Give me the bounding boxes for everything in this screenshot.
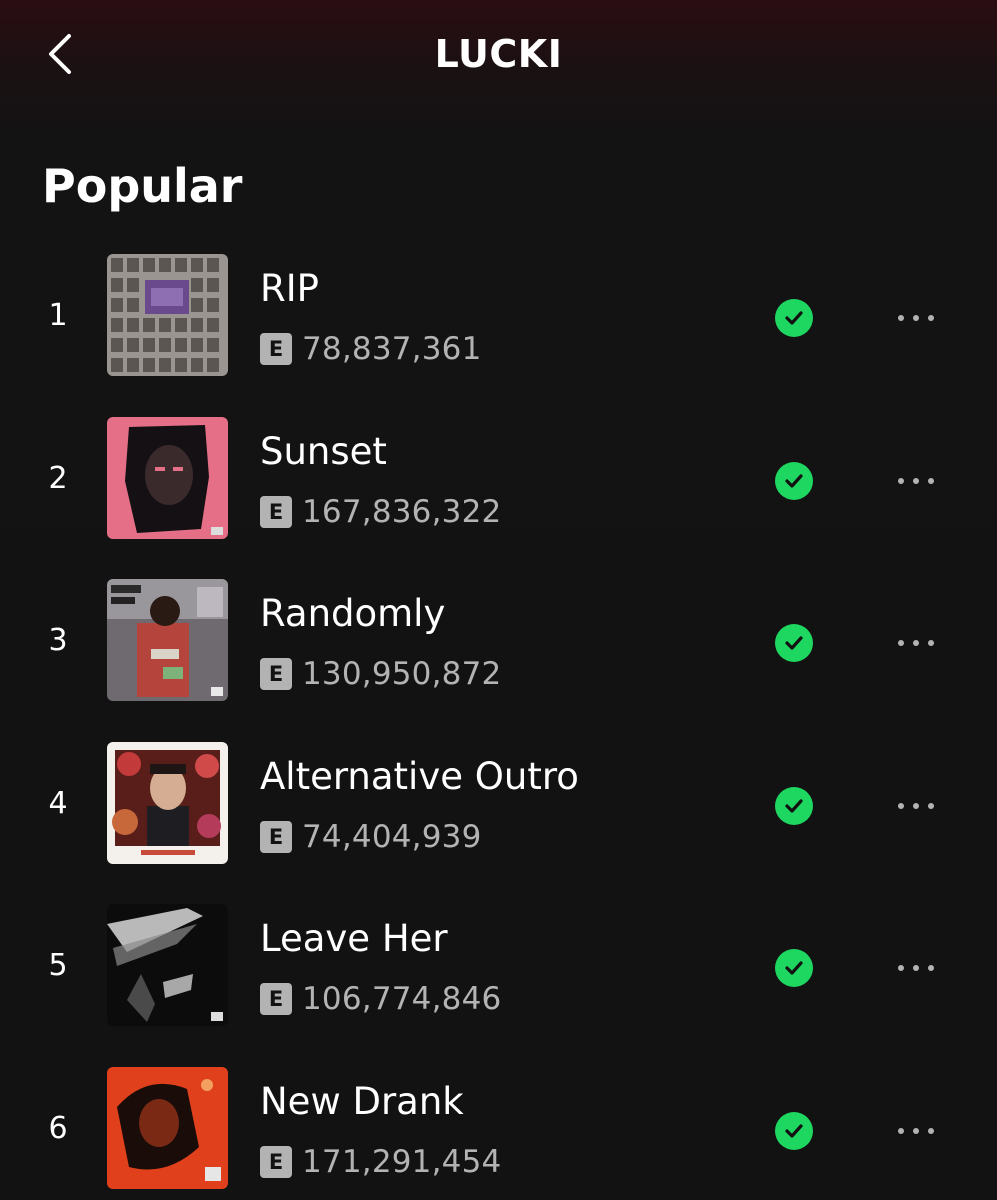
- dot-icon: [898, 640, 904, 646]
- track-meta: E 171,291,454: [260, 1145, 501, 1179]
- explicit-badge: E: [260, 495, 292, 528]
- dot-icon: [898, 315, 904, 321]
- album-cover: [107, 1066, 228, 1189]
- check-icon: [785, 961, 803, 975]
- more-options-button[interactable]: [884, 1117, 948, 1145]
- explicit-badge: E: [260, 333, 292, 365]
- dot-icon: [913, 802, 919, 809]
- track-row[interactable]: 6 New Drank E 171,291,454: [0, 1066, 997, 1200]
- track-rank: 2: [48, 460, 68, 496]
- track-row[interactable]: 1 RIP E 78,837,361: [0, 254, 997, 417]
- saved-check-button[interactable]: [775, 624, 813, 662]
- track-meta: E 74,404,939: [260, 820, 482, 854]
- dot-icon: [928, 640, 934, 646]
- play-count: 171,291,454: [302, 1143, 502, 1180]
- track-title: Leave Her: [260, 917, 448, 960]
- more-options-button[interactable]: [884, 629, 948, 657]
- check-icon: [785, 1123, 803, 1138]
- more-options-button[interactable]: [884, 954, 948, 982]
- track-row[interactable]: 4 Alternative Outro E 74,404,939: [0, 741, 997, 905]
- track-title: Randomly: [260, 592, 446, 635]
- saved-check-button[interactable]: [775, 1111, 813, 1150]
- dot-icon: [898, 965, 904, 971]
- track-rank: 3: [48, 623, 68, 658]
- dot-icon: [928, 477, 934, 484]
- play-count: 130,950,872: [302, 656, 502, 692]
- dot-icon: [913, 1127, 919, 1134]
- track-rank: 6: [48, 1110, 68, 1146]
- track-title: Sunset: [260, 429, 387, 473]
- explicit-badge: E: [260, 983, 292, 1015]
- track-meta: E 130,950,872: [260, 657, 501, 691]
- album-cover: [107, 741, 228, 864]
- track-row[interactable]: 3 Randomly E 130,950,872: [0, 579, 997, 742]
- dot-icon: [913, 640, 919, 646]
- play-count: 78,837,361: [302, 331, 482, 367]
- track-list: 1 RIP E 78,837,361 2 Sunset E 167,836,32…: [0, 254, 997, 1200]
- explicit-badge: E: [260, 1145, 292, 1178]
- check-icon: [785, 473, 803, 488]
- more-options-button[interactable]: [884, 304, 948, 332]
- saved-check-button[interactable]: [775, 299, 813, 337]
- track-rank: 4: [48, 785, 68, 821]
- dot-icon: [928, 315, 934, 321]
- album-cover: [107, 579, 228, 701]
- top-bar: LUCKI: [0, 0, 997, 110]
- album-cover: [107, 254, 228, 376]
- dot-icon: [898, 1127, 904, 1134]
- section-heading: Popular: [42, 159, 243, 213]
- explicit-badge: E: [260, 658, 292, 690]
- track-row[interactable]: 2 Sunset E 167,836,322: [0, 416, 997, 580]
- check-icon: [785, 636, 803, 650]
- more-options-button[interactable]: [884, 792, 948, 820]
- track-title: Alternative Outro: [260, 754, 579, 798]
- saved-check-button[interactable]: [775, 461, 813, 500]
- track-meta: E 106,774,846: [260, 982, 501, 1016]
- track-meta: E 78,837,361: [260, 332, 482, 366]
- dot-icon: [913, 315, 919, 321]
- play-count: 167,836,322: [302, 493, 502, 530]
- check-icon: [785, 311, 803, 325]
- dot-icon: [898, 477, 904, 484]
- dot-icon: [913, 965, 919, 971]
- page-title: LUCKI: [434, 32, 563, 76]
- more-options-button[interactable]: [884, 467, 948, 495]
- dot-icon: [913, 477, 919, 484]
- dot-icon: [928, 802, 934, 809]
- explicit-badge: E: [260, 820, 292, 853]
- track-meta: E 167,836,322: [260, 495, 501, 529]
- track-title: RIP: [260, 267, 319, 310]
- album-cover: [107, 416, 228, 539]
- dot-icon: [928, 1127, 934, 1134]
- saved-check-button[interactable]: [775, 786, 813, 825]
- track-rank: 1: [48, 298, 68, 333]
- track-rank: 5: [48, 948, 68, 983]
- album-cover: [107, 904, 228, 1026]
- dot-icon: [898, 802, 904, 809]
- track-title: New Drank: [260, 1079, 464, 1123]
- dot-icon: [928, 965, 934, 971]
- saved-check-button[interactable]: [775, 949, 813, 987]
- play-count: 106,774,846: [302, 981, 502, 1017]
- artist-popular-screen: LUCKI Popular 1 RIP E 78,837,361 2 Sunse…: [0, 0, 997, 1200]
- play-count: 74,404,939: [302, 818, 482, 855]
- check-icon: [785, 798, 803, 813]
- track-row[interactable]: 5 Leave Her E 106,774,846: [0, 904, 997, 1067]
